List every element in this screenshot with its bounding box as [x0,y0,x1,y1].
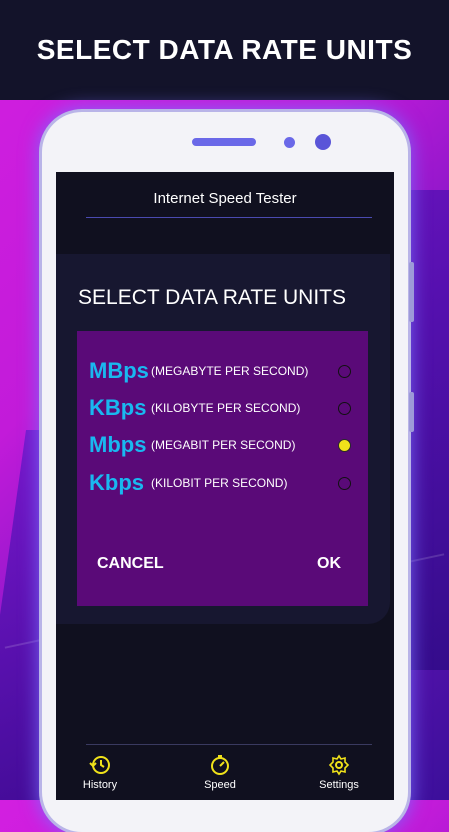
sensor-dot [284,137,295,148]
nav-settings[interactable]: Settings [299,754,379,791]
gear-icon [328,754,350,776]
option-description: (MEGABIT PER SECOND) [151,438,296,452]
option-description: (KILOBIT PER SECOND) [151,476,288,490]
units-dialog: SELECT DATA RATE UNITS MBps (MEGABYTE PE… [56,254,390,624]
radio-button[interactable] [338,365,351,378]
banner-title: SELECT DATA RATE UNITS [36,34,413,65]
radio-button-selected[interactable] [338,439,351,452]
nav-history[interactable]: History [60,754,140,791]
radio-button[interactable] [338,402,351,415]
ok-button[interactable]: OK [317,555,341,573]
cancel-button[interactable]: CANCEL [97,555,164,573]
option-mbit[interactable]: Mbps (MEGABIT PER SECOND) [89,428,359,462]
app-title: Internet Speed Tester [153,190,297,207]
speaker-grille [192,138,256,146]
radio-button[interactable] [338,477,351,490]
option-unit: KBps [89,395,147,420]
title-divider [86,217,372,218]
phone-screen: Internet Speed Tester SELECT DATA RATE U… [56,172,394,800]
nav-label: Speed [204,779,236,791]
power-button [409,392,414,432]
option-kbit[interactable]: Kbps (KILOBIT PER SECOND) [89,466,359,500]
history-icon [89,756,110,774]
option-unit: Kbps [89,470,144,495]
speedometer-icon [211,755,229,775]
option-kbyte[interactable]: KBps (KILOBYTE PER SECOND) [89,391,359,425]
options-panel: MBps (MEGABYTE PER SECOND) KBps (KILOBYT… [77,331,368,606]
volume-button [409,262,414,322]
option-description: (MEGABYTE PER SECOND) [151,364,309,378]
nav-divider [86,744,372,745]
dialog-heading: SELECT DATA RATE UNITS [78,286,346,309]
top-banner: SELECT DATA RATE UNITS [0,0,449,100]
option-description: (KILOBYTE PER SECOND) [151,401,301,415]
option-unit: Mbps [89,432,147,457]
nav-label: Settings [319,779,359,791]
option-mbyte[interactable]: MBps (MEGABYTE PER SECOND) [89,354,359,388]
nav-label: History [82,779,118,791]
front-camera [315,134,331,150]
option-unit: MBps [89,358,149,383]
nav-speed[interactable]: Speed [180,754,260,791]
